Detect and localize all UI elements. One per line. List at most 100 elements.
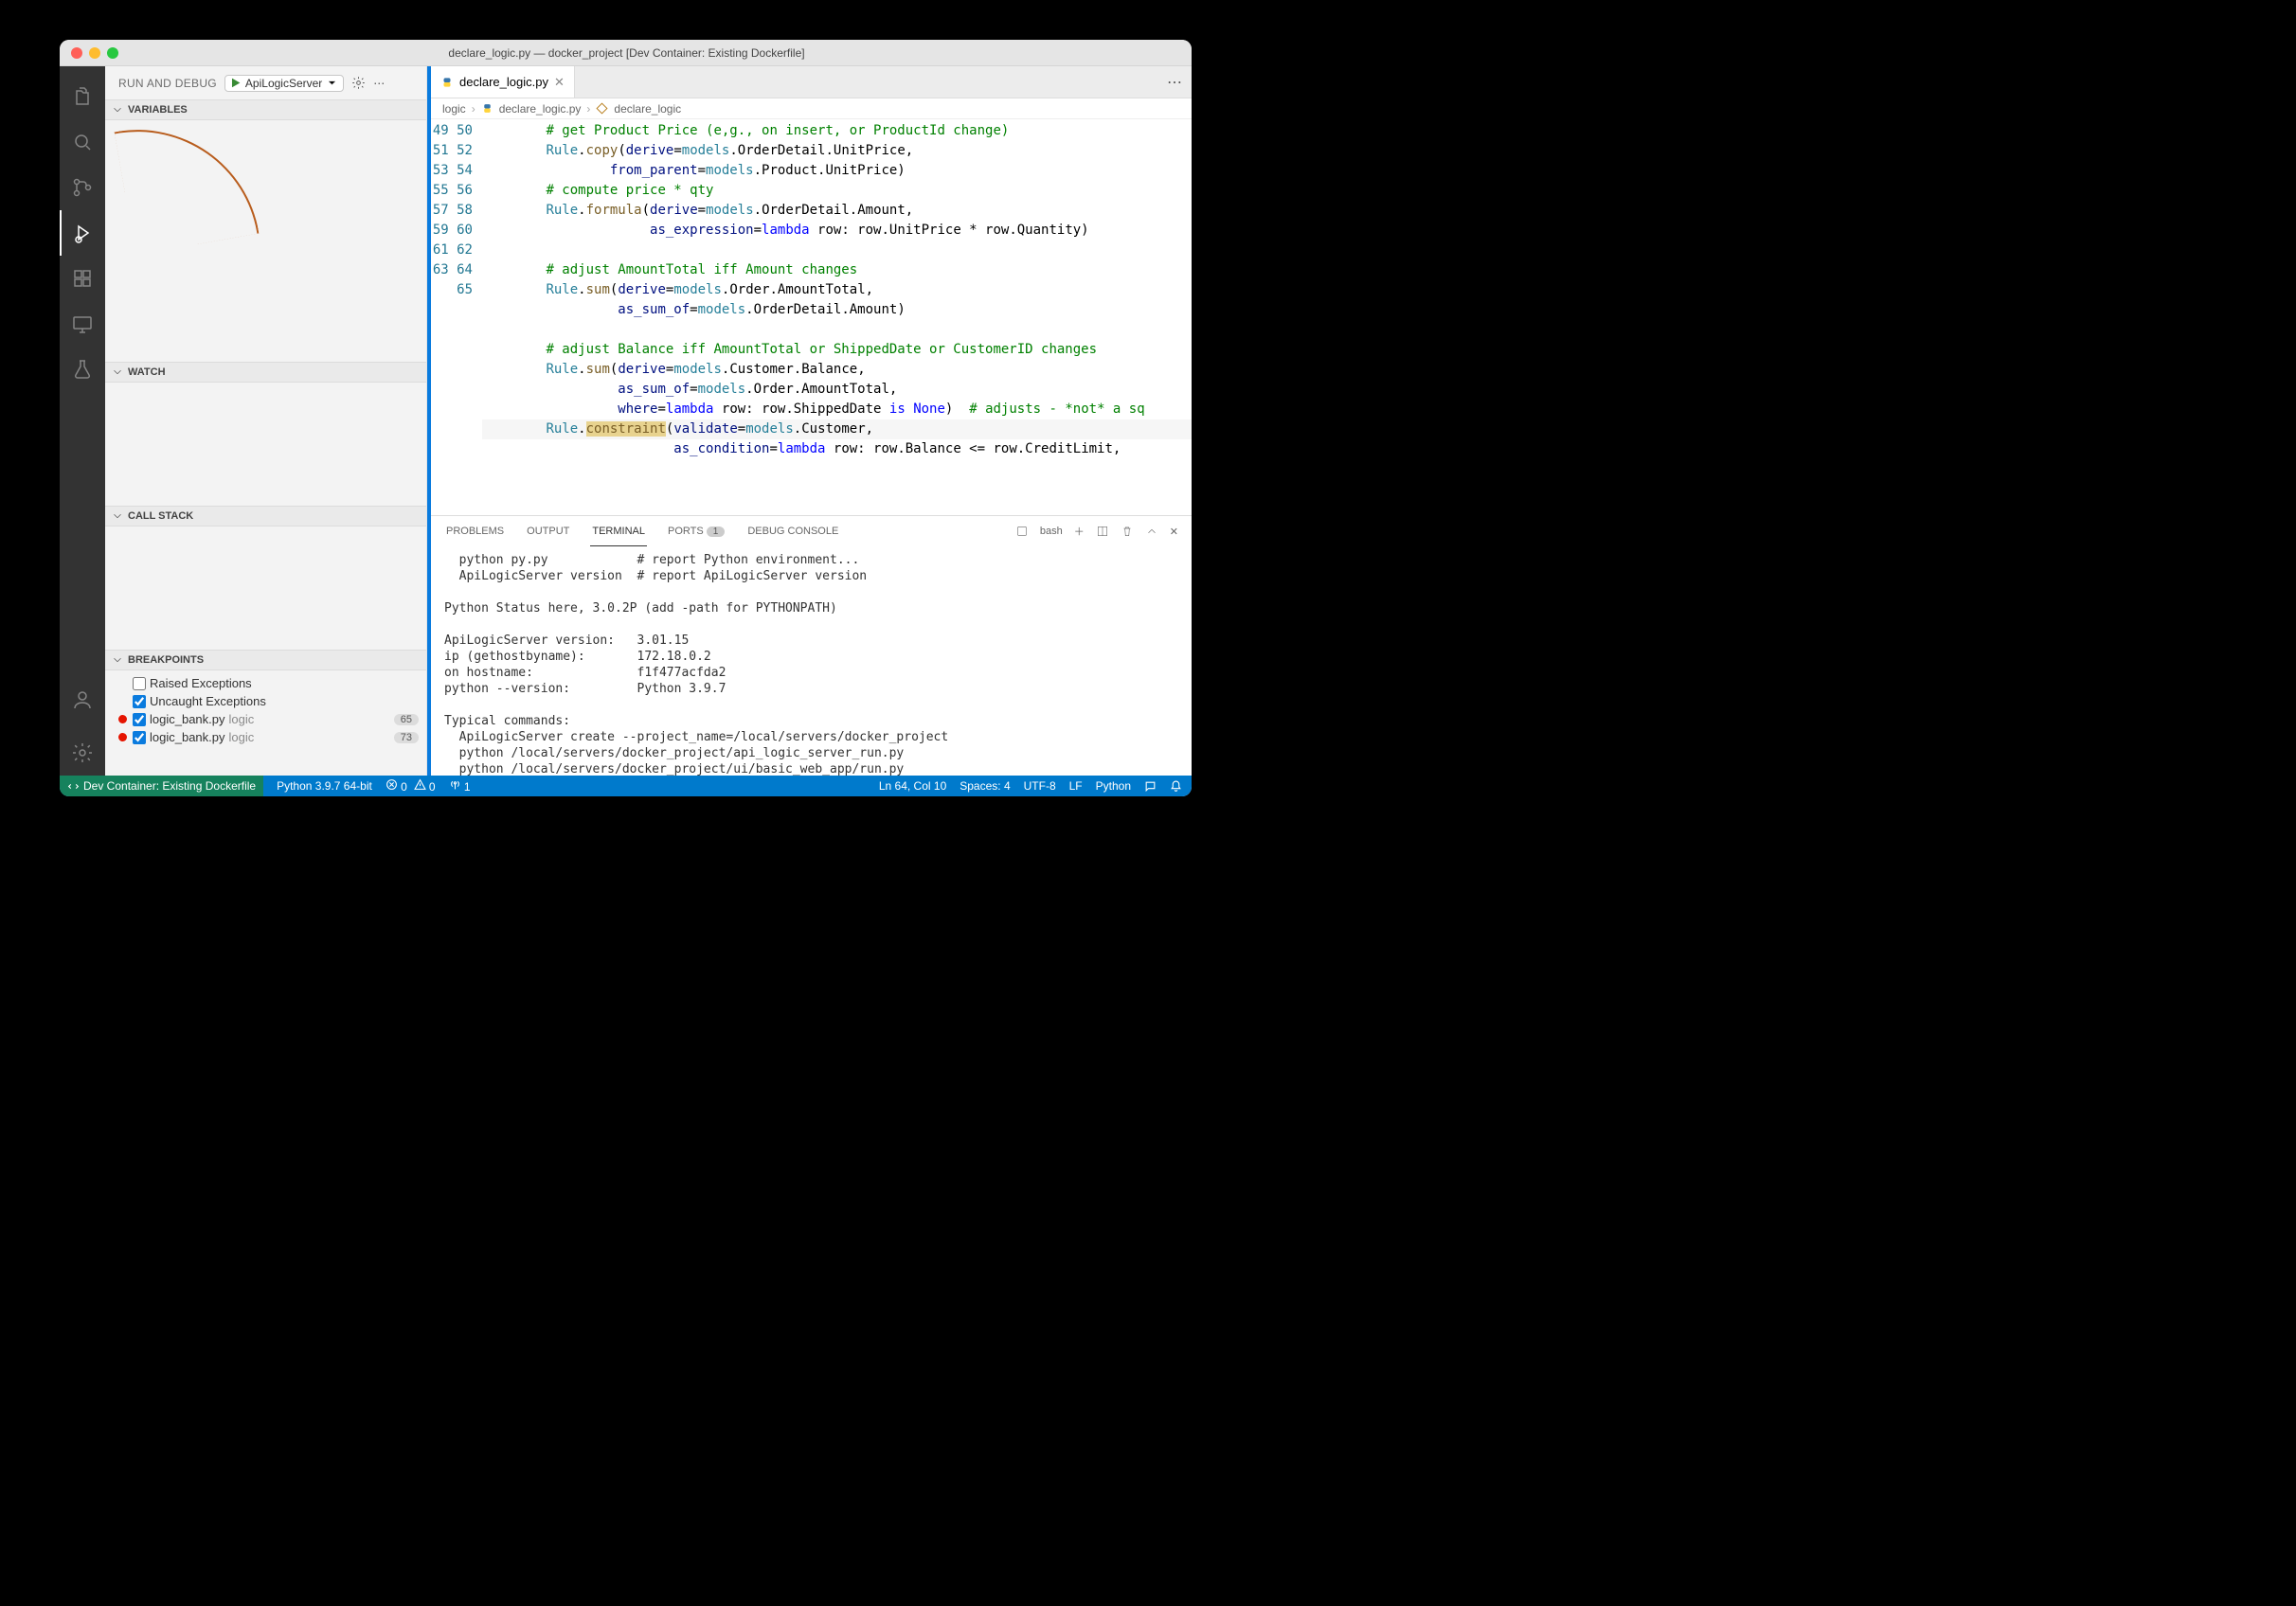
bp-file: logic_bank.py [150, 730, 225, 744]
status-bar: Dev Container: Existing Dockerfile Pytho… [60, 776, 1192, 796]
testing-icon[interactable] [60, 347, 105, 392]
tab-debug-console[interactable]: DEBUG CONSOLE [745, 516, 840, 546]
cursor-position[interactable]: Ln 64, Col 10 [879, 779, 946, 793]
symbol-function-icon [596, 102, 608, 115]
python-file-icon [481, 102, 493, 115]
vscode-window: declare_logic.py — docker_project [Dev C… [60, 40, 1192, 796]
body: RUN AND DEBUG ApiLogicServer ⋯ VARIABLES… [60, 66, 1192, 776]
sidebar-header: RUN AND DEBUG ApiLogicServer ⋯ [105, 66, 426, 99]
variables-section [105, 120, 426, 362]
minimize-window-button[interactable] [89, 47, 100, 59]
feedback-icon[interactable] [1144, 780, 1157, 793]
tab-output[interactable]: OUTPUT [525, 516, 571, 546]
chevron-down-icon [111, 653, 124, 667]
raised-checkbox[interactable] [133, 677, 146, 690]
panel-tabs: PROBLEMS OUTPUT TERMINAL PORTS 1 DEBUG C… [431, 516, 1192, 546]
tab-bar: declare_logic.py ✕ ⋯ [431, 66, 1192, 98]
traffic-lights [60, 47, 118, 59]
code-content[interactable]: # get Product Price (e,g., on insert, or… [482, 119, 1192, 515]
settings-gear-icon[interactable] [60, 730, 105, 776]
close-window-button[interactable] [71, 47, 82, 59]
breakpoint-item[interactable]: logic_bank.py logic 73 [105, 728, 426, 746]
variables-label: VARIABLES [128, 104, 188, 116]
shell-name[interactable]: bash [1040, 526, 1063, 537]
editor-tab[interactable]: declare_logic.py ✕ [431, 66, 575, 98]
terminal-output[interactable]: python py.py # report Python environment… [431, 546, 1192, 776]
tab-terminal[interactable]: TERMINAL [590, 516, 647, 546]
breadcrumb-symbol: declare_logic [614, 102, 681, 116]
remote-icon [67, 780, 80, 793]
eol[interactable]: LF [1069, 779, 1083, 793]
chevron-down-icon [111, 103, 124, 116]
sidebar-title: RUN AND DEBUG [118, 77, 217, 90]
search-icon[interactable] [60, 119, 105, 165]
variables-section-header[interactable]: VARIABLES [105, 99, 426, 120]
tab-ports[interactable]: PORTS 1 [666, 516, 726, 546]
watch-section-header[interactable]: WATCH [105, 362, 426, 383]
launch-config-selector[interactable]: ApiLogicServer [224, 75, 344, 92]
launch-config-name: ApiLogicServer [245, 77, 322, 90]
accounts-icon[interactable] [60, 677, 105, 723]
breakpoint-dot-icon [118, 733, 127, 741]
zoom-window-button[interactable] [107, 47, 118, 59]
explorer-icon[interactable] [60, 74, 105, 119]
error-count: 0 [401, 780, 407, 794]
close-panel-icon[interactable]: ✕ [1170, 526, 1178, 538]
breakpoint-checkbox[interactable] [133, 731, 146, 744]
raised-label: Raised Exceptions [150, 676, 252, 690]
tab-filename: declare_logic.py [459, 75, 548, 89]
activity-bar [60, 66, 105, 776]
watch-label: WATCH [128, 366, 166, 378]
watch-section [105, 383, 426, 506]
run-debug-icon[interactable] [60, 210, 105, 256]
kill-terminal-icon[interactable] [1121, 525, 1134, 538]
callstack-section-header[interactable]: CALL STACK [105, 506, 426, 526]
remote-indicator[interactable]: Dev Container: Existing Dockerfile [60, 776, 263, 796]
tab-problems[interactable]: PROBLEMS [444, 516, 506, 546]
remote-explorer-icon[interactable] [60, 301, 105, 347]
bp-scope: logic [229, 712, 255, 726]
breakpoint-checkbox[interactable] [133, 713, 146, 726]
warning-icon [414, 778, 426, 791]
error-icon [386, 778, 398, 791]
encoding[interactable]: UTF-8 [1024, 779, 1056, 793]
extensions-icon[interactable] [60, 256, 105, 301]
notifications-icon[interactable] [1170, 780, 1182, 793]
maximize-panel-icon[interactable] [1145, 525, 1158, 538]
close-tab-icon[interactable]: ✕ [554, 75, 565, 90]
radio-tower-icon [449, 778, 461, 791]
code-editor[interactable]: 49 50 51 52 53 54 55 56 57 58 59 60 61 6… [431, 119, 1192, 515]
source-control-icon[interactable] [60, 165, 105, 210]
breakpoint-item[interactable]: logic_bank.py logic 65 [105, 710, 426, 728]
chevron-down-icon [111, 366, 124, 379]
breadcrumb-folder: logic [442, 102, 466, 116]
uncaught-checkbox[interactable] [133, 695, 146, 708]
bp-line: 65 [394, 714, 419, 725]
breakpoint-dot-icon [118, 715, 127, 723]
ports-forwarded[interactable]: 1 [449, 778, 471, 794]
remote-label: Dev Container: Existing Dockerfile [83, 779, 256, 793]
breakpoint-uncaught-exceptions[interactable]: Uncaught Exceptions [105, 692, 426, 710]
bp-scope: logic [229, 730, 255, 744]
problems-status[interactable]: 0 0 [386, 778, 436, 794]
configure-gear-icon[interactable] [351, 76, 366, 90]
breakpoints-section: Raised Exceptions Uncaught Exceptions lo… [105, 670, 426, 776]
tab-ports-label: PORTS [668, 526, 704, 537]
new-terminal-icon[interactable]: ＋ [1074, 524, 1085, 539]
bottom-panel: PROBLEMS OUTPUT TERMINAL PORTS 1 DEBUG C… [431, 515, 1192, 776]
breadcrumb[interactable]: logic › declare_logic.py › declare_logic [431, 98, 1192, 119]
language-mode[interactable]: Python [1096, 779, 1131, 793]
ports-badge: 1 [707, 526, 726, 537]
breakpoints-section-header[interactable]: BREAKPOINTS [105, 650, 426, 670]
more-actions-icon[interactable]: ⋯ [373, 77, 385, 90]
titlebar: declare_logic.py — docker_project [Dev C… [60, 40, 1192, 66]
more-tab-actions-icon[interactable]: ⋯ [1167, 73, 1182, 92]
tab-actions: ⋯ [1144, 66, 1192, 98]
chevron-right-icon: › [472, 102, 475, 116]
python-interpreter[interactable]: Python 3.9.7 64-bit [277, 779, 372, 793]
breakpoint-raised-exceptions[interactable]: Raised Exceptions [105, 674, 426, 692]
split-terminal-icon[interactable] [1096, 525, 1109, 538]
line-numbers: 49 50 51 52 53 54 55 56 57 58 59 60 61 6… [431, 119, 482, 515]
indentation[interactable]: Spaces: 4 [960, 779, 1010, 793]
bp-file: logic_bank.py [150, 712, 225, 726]
